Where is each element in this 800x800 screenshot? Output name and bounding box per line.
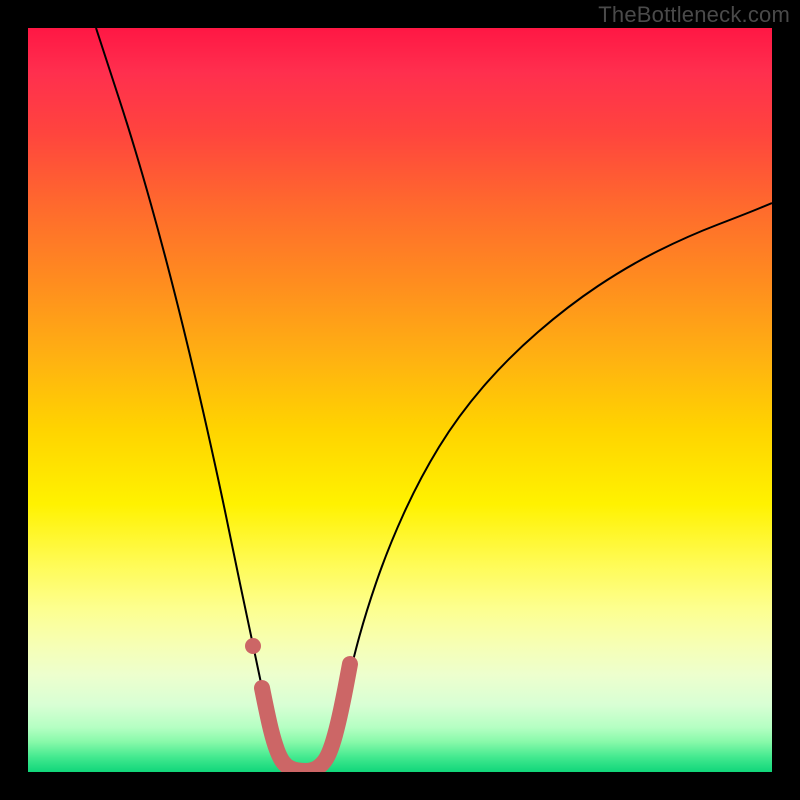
- chart-frame: TheBottleneck.com: [0, 0, 800, 800]
- highlight-arc: [262, 664, 350, 771]
- watermark-text: TheBottleneck.com: [598, 2, 790, 28]
- plot-area: [28, 28, 772, 772]
- bottleneck-curve: [96, 28, 772, 771]
- chart-svg: [28, 28, 772, 772]
- highlight-dot: [245, 638, 261, 654]
